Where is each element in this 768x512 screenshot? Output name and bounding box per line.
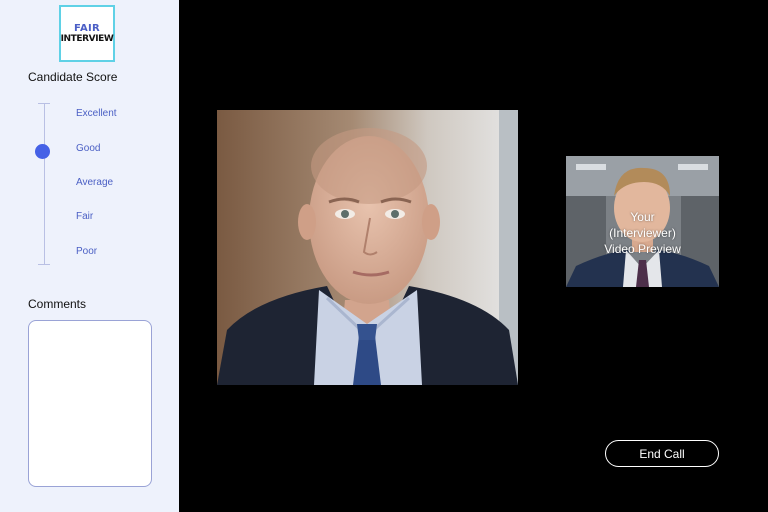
end-call-button[interactable]: End Call (605, 440, 719, 467)
logo-text-top: FAIR (73, 22, 101, 34)
score-slider-top-tick (38, 103, 50, 104)
candidate-score-title: Candidate Score (28, 70, 118, 84)
score-option-good[interactable]: Good (76, 143, 100, 154)
fair-interview-logo: FAIR INTERVIEW (59, 5, 115, 62)
score-slider-bottom-tick (38, 264, 50, 265)
interview-app: FAIR INTERVIEW Candidate Score Excellent… (0, 0, 768, 512)
sidebar: FAIR INTERVIEW Candidate Score Excellent… (0, 0, 179, 512)
comments-input[interactable] (28, 320, 152, 487)
score-option-poor[interactable]: Poor (76, 246, 97, 257)
score-slider-track[interactable] (44, 103, 45, 264)
score-option-fair[interactable]: Fair (76, 211, 93, 222)
interviewer-preview-label: Your (Interviewer) Video Preview (604, 210, 681, 256)
score-option-average[interactable]: Average (76, 177, 113, 188)
comments-title: Comments (28, 297, 87, 311)
score-slider-handle[interactable] (35, 144, 50, 159)
candidate-portrait-image (217, 110, 518, 385)
candidate-video-feed (217, 110, 518, 385)
logo-text-bottom: INTERVIEW (60, 33, 114, 44)
score-option-excellent[interactable]: Excellent (76, 108, 117, 119)
interviewer-video-preview: Your (Interviewer) Video Preview (566, 156, 719, 287)
